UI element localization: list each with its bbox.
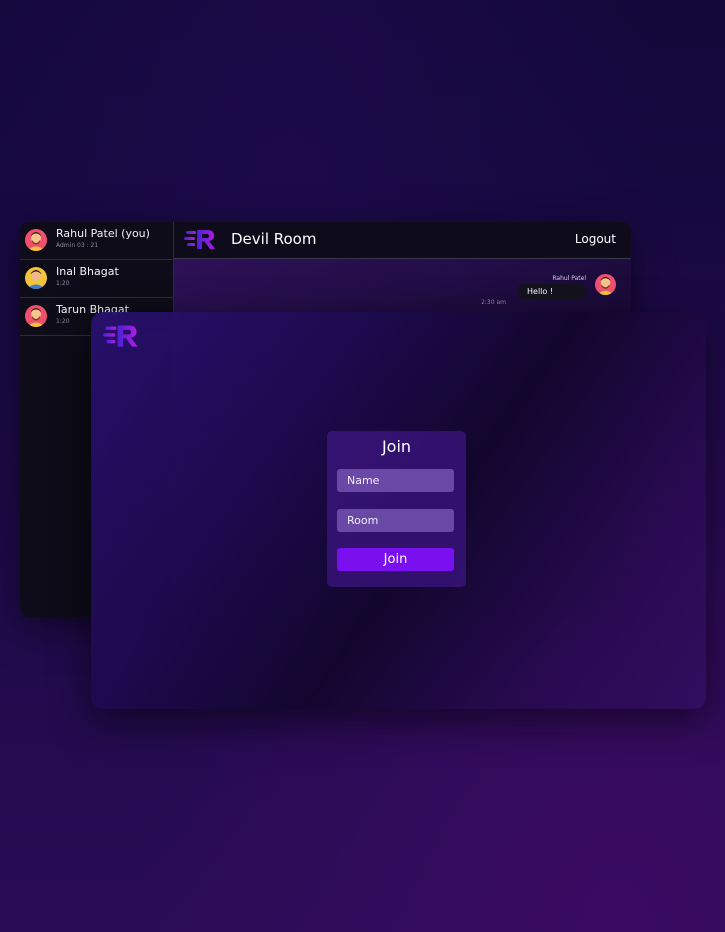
user-avatar-icon: [595, 274, 616, 295]
join-form: Join Join: [327, 431, 466, 587]
user-status: 1:20: [56, 280, 70, 287]
join-window: Join Join: [91, 312, 706, 709]
user-status: Admin 03 : 21: [56, 242, 99, 249]
join-title: Join: [381, 437, 412, 456]
logout-button[interactable]: Logout: [575, 232, 616, 246]
user-avatar-icon: [25, 305, 47, 327]
chat-header: Devil Room Logout: [174, 222, 631, 259]
message-time: 2:30 am: [481, 299, 506, 306]
room-input[interactable]: [337, 509, 454, 532]
r-speed-logo-icon: [184, 228, 218, 254]
user-name: Inal Bhagat: [56, 265, 119, 278]
name-input[interactable]: [337, 469, 454, 492]
user-name: Rahul Patel (you): [56, 227, 150, 240]
user-status: 1:20: [56, 318, 70, 325]
room-title: Devil Room: [231, 230, 317, 248]
r-speed-logo-icon: [103, 323, 141, 352]
user-list-item[interactable]: Inal Bhagat 1:20: [20, 260, 173, 298]
user-avatar-icon: [25, 267, 47, 289]
message-sender: Rahul Patel: [552, 275, 586, 282]
user-list-item[interactable]: Rahul Patel (you) Admin 03 : 21: [20, 222, 173, 260]
user-avatar-icon: [25, 229, 47, 251]
message-bubble: Hello !: [518, 284, 586, 299]
join-button[interactable]: Join: [337, 548, 454, 571]
